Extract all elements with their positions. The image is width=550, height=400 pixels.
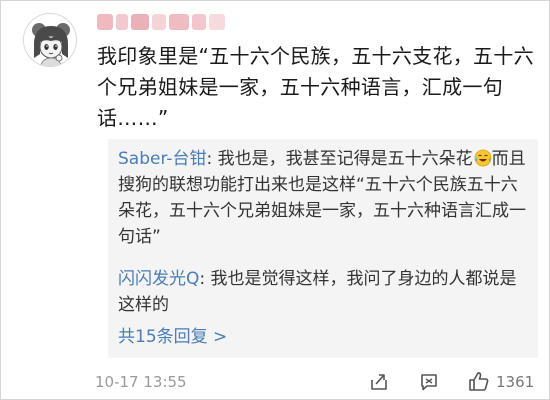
comment-card: 我印象里是“五十六个民族，五十六支花，五十六个兄弟姐妹是一家，五十六种语言，汇成… [0, 0, 550, 400]
reply-text: 我也是，我甚至记得是五十六朵花 [217, 149, 473, 169]
username-blurred[interactable] [97, 11, 225, 33]
blurred-name-icon [97, 14, 225, 30]
reply-author[interactable]: 闪闪发光Q [118, 269, 199, 289]
reply-separator: : [206, 149, 218, 169]
view-all-replies-link[interactable]: 共15条回复 > [118, 325, 227, 349]
reply-item: Saber-台钳: 我也是，我甚至记得是五十六朵花 而且搜狗的联想功能打出来也是… [118, 146, 530, 250]
thumbs-up-icon[interactable] [468, 370, 490, 392]
laugh-cry-emoji-icon [474, 149, 492, 167]
reply-box[interactable]: Saber-台钳: 我也是，我甚至记得是五十六朵花 而且搜狗的联想功能打出来也是… [108, 139, 538, 358]
reply-item: 闪闪发光Q: 我也是觉得这样，我问了身边的人都说是这样的 [118, 266, 530, 318]
comment-icon[interactable] [419, 372, 439, 392]
anime-girl-avatar-icon [24, 14, 76, 66]
like-count: 1361 [496, 373, 535, 391]
reply-author[interactable]: Saber-台钳 [118, 149, 207, 169]
reply-separator: : [199, 269, 211, 289]
comment-timestamp: 10-17 13:55 [95, 373, 187, 391]
comment-text: 我印象里是“五十六个民族，五十六支花，五十六个兄弟姐妹是一家，五十六种语言，汇成… [97, 44, 534, 130]
share-icon[interactable] [369, 372, 389, 392]
avatar[interactable] [23, 13, 77, 67]
